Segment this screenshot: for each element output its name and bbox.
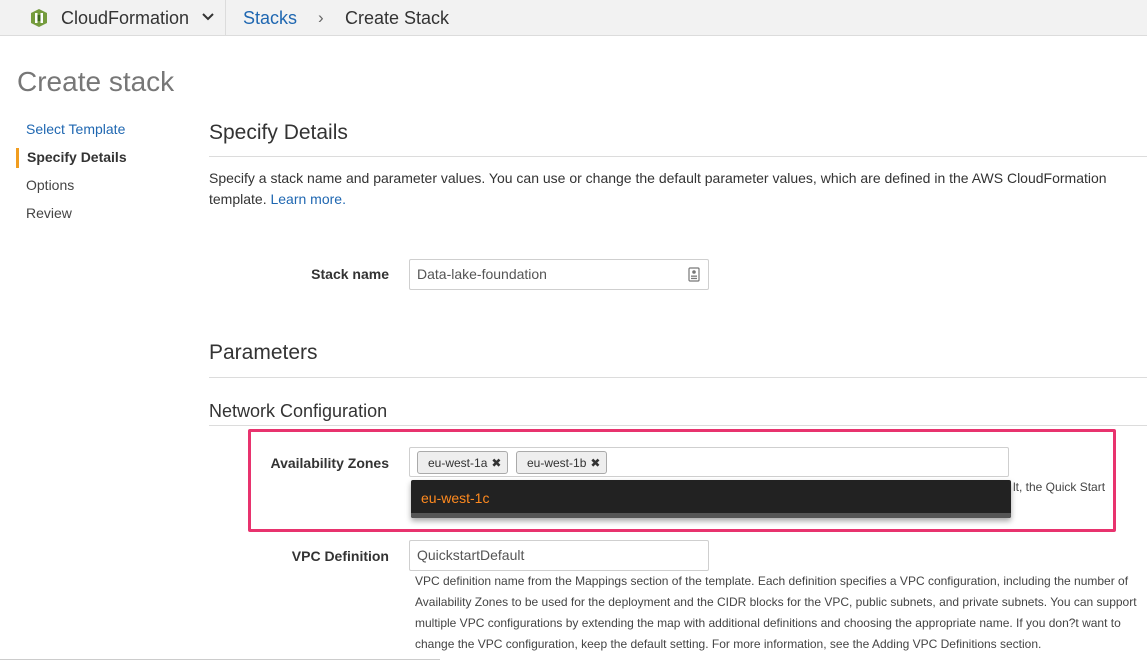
details-description: Specify a stack name and parameter value… [209, 168, 1139, 210]
breadcrumb-current: Create Stack [345, 8, 450, 28]
nav-item-review: Review [26, 205, 72, 221]
availability-zones-dropdown: eu-west-1c [411, 480, 1011, 518]
availability-zones-input[interactable]: eu-west-1a ✖ eu-west-1b ✖ [409, 447, 1009, 477]
cloudformation-icon [31, 9, 47, 27]
availability-zones-help: lt, the Quick Start [1013, 480, 1106, 494]
group-divider [209, 425, 1147, 426]
chevron-down-icon[interactable] [201, 10, 215, 24]
nav-item-specify-details[interactable]: Specify Details [27, 149, 127, 165]
zone-tag-label: eu-west-1a [428, 456, 488, 470]
id-card-icon [688, 267, 700, 282]
bottom-divider [0, 659, 440, 660]
section-divider [209, 377, 1147, 378]
zone-tag-label: eu-west-1b [527, 456, 587, 470]
dropdown-option[interactable]: eu-west-1c [421, 490, 489, 506]
nav-item-options: Options [26, 177, 75, 193]
zone-tag: eu-west-1b ✖ [516, 451, 608, 474]
vpc-definition-value: QuickstartDefault [417, 547, 525, 563]
breadcrumb-stacks-link[interactable]: Stacks [243, 8, 297, 29]
nav-active-indicator [16, 148, 19, 168]
stack-name-input[interactable]: Data-lake-foundation [409, 259, 709, 290]
remove-tag-icon[interactable]: ✖ [491, 456, 501, 470]
learn-more-link[interactable]: Learn more. [270, 191, 345, 207]
service-menu[interactable]: CloudFormation [0, 0, 226, 36]
stack-name-label: Stack name [311, 266, 389, 282]
section-divider [209, 156, 1147, 157]
remove-tag-icon[interactable]: ✖ [590, 456, 600, 470]
page-title: Create stack [17, 66, 175, 97]
zone-tag: eu-west-1a ✖ [417, 451, 509, 474]
availability-zones-label: Availability Zones [270, 455, 389, 471]
group-heading-network-configuration: Network Configuration [209, 401, 388, 421]
vpc-definition-label: VPC Definition [291, 548, 389, 564]
stack-name-value: Data-lake-foundation [417, 266, 547, 282]
top-navigation-bar: CloudFormation Stacks › Create Stack [0, 0, 1147, 36]
breadcrumb-separator: › [318, 8, 324, 27]
nav-item-select-template[interactable]: Select Template [26, 121, 125, 137]
section-heading-parameters: Parameters [209, 341, 318, 364]
service-name: CloudFormation [61, 8, 190, 28]
dropdown-footer [411, 513, 1011, 518]
section-heading-specify-details: Specify Details [209, 121, 348, 144]
vpc-definition-help: VPC definition name from the Mappings se… [415, 574, 1137, 651]
vpc-definition-input[interactable]: QuickstartDefault [409, 540, 709, 571]
